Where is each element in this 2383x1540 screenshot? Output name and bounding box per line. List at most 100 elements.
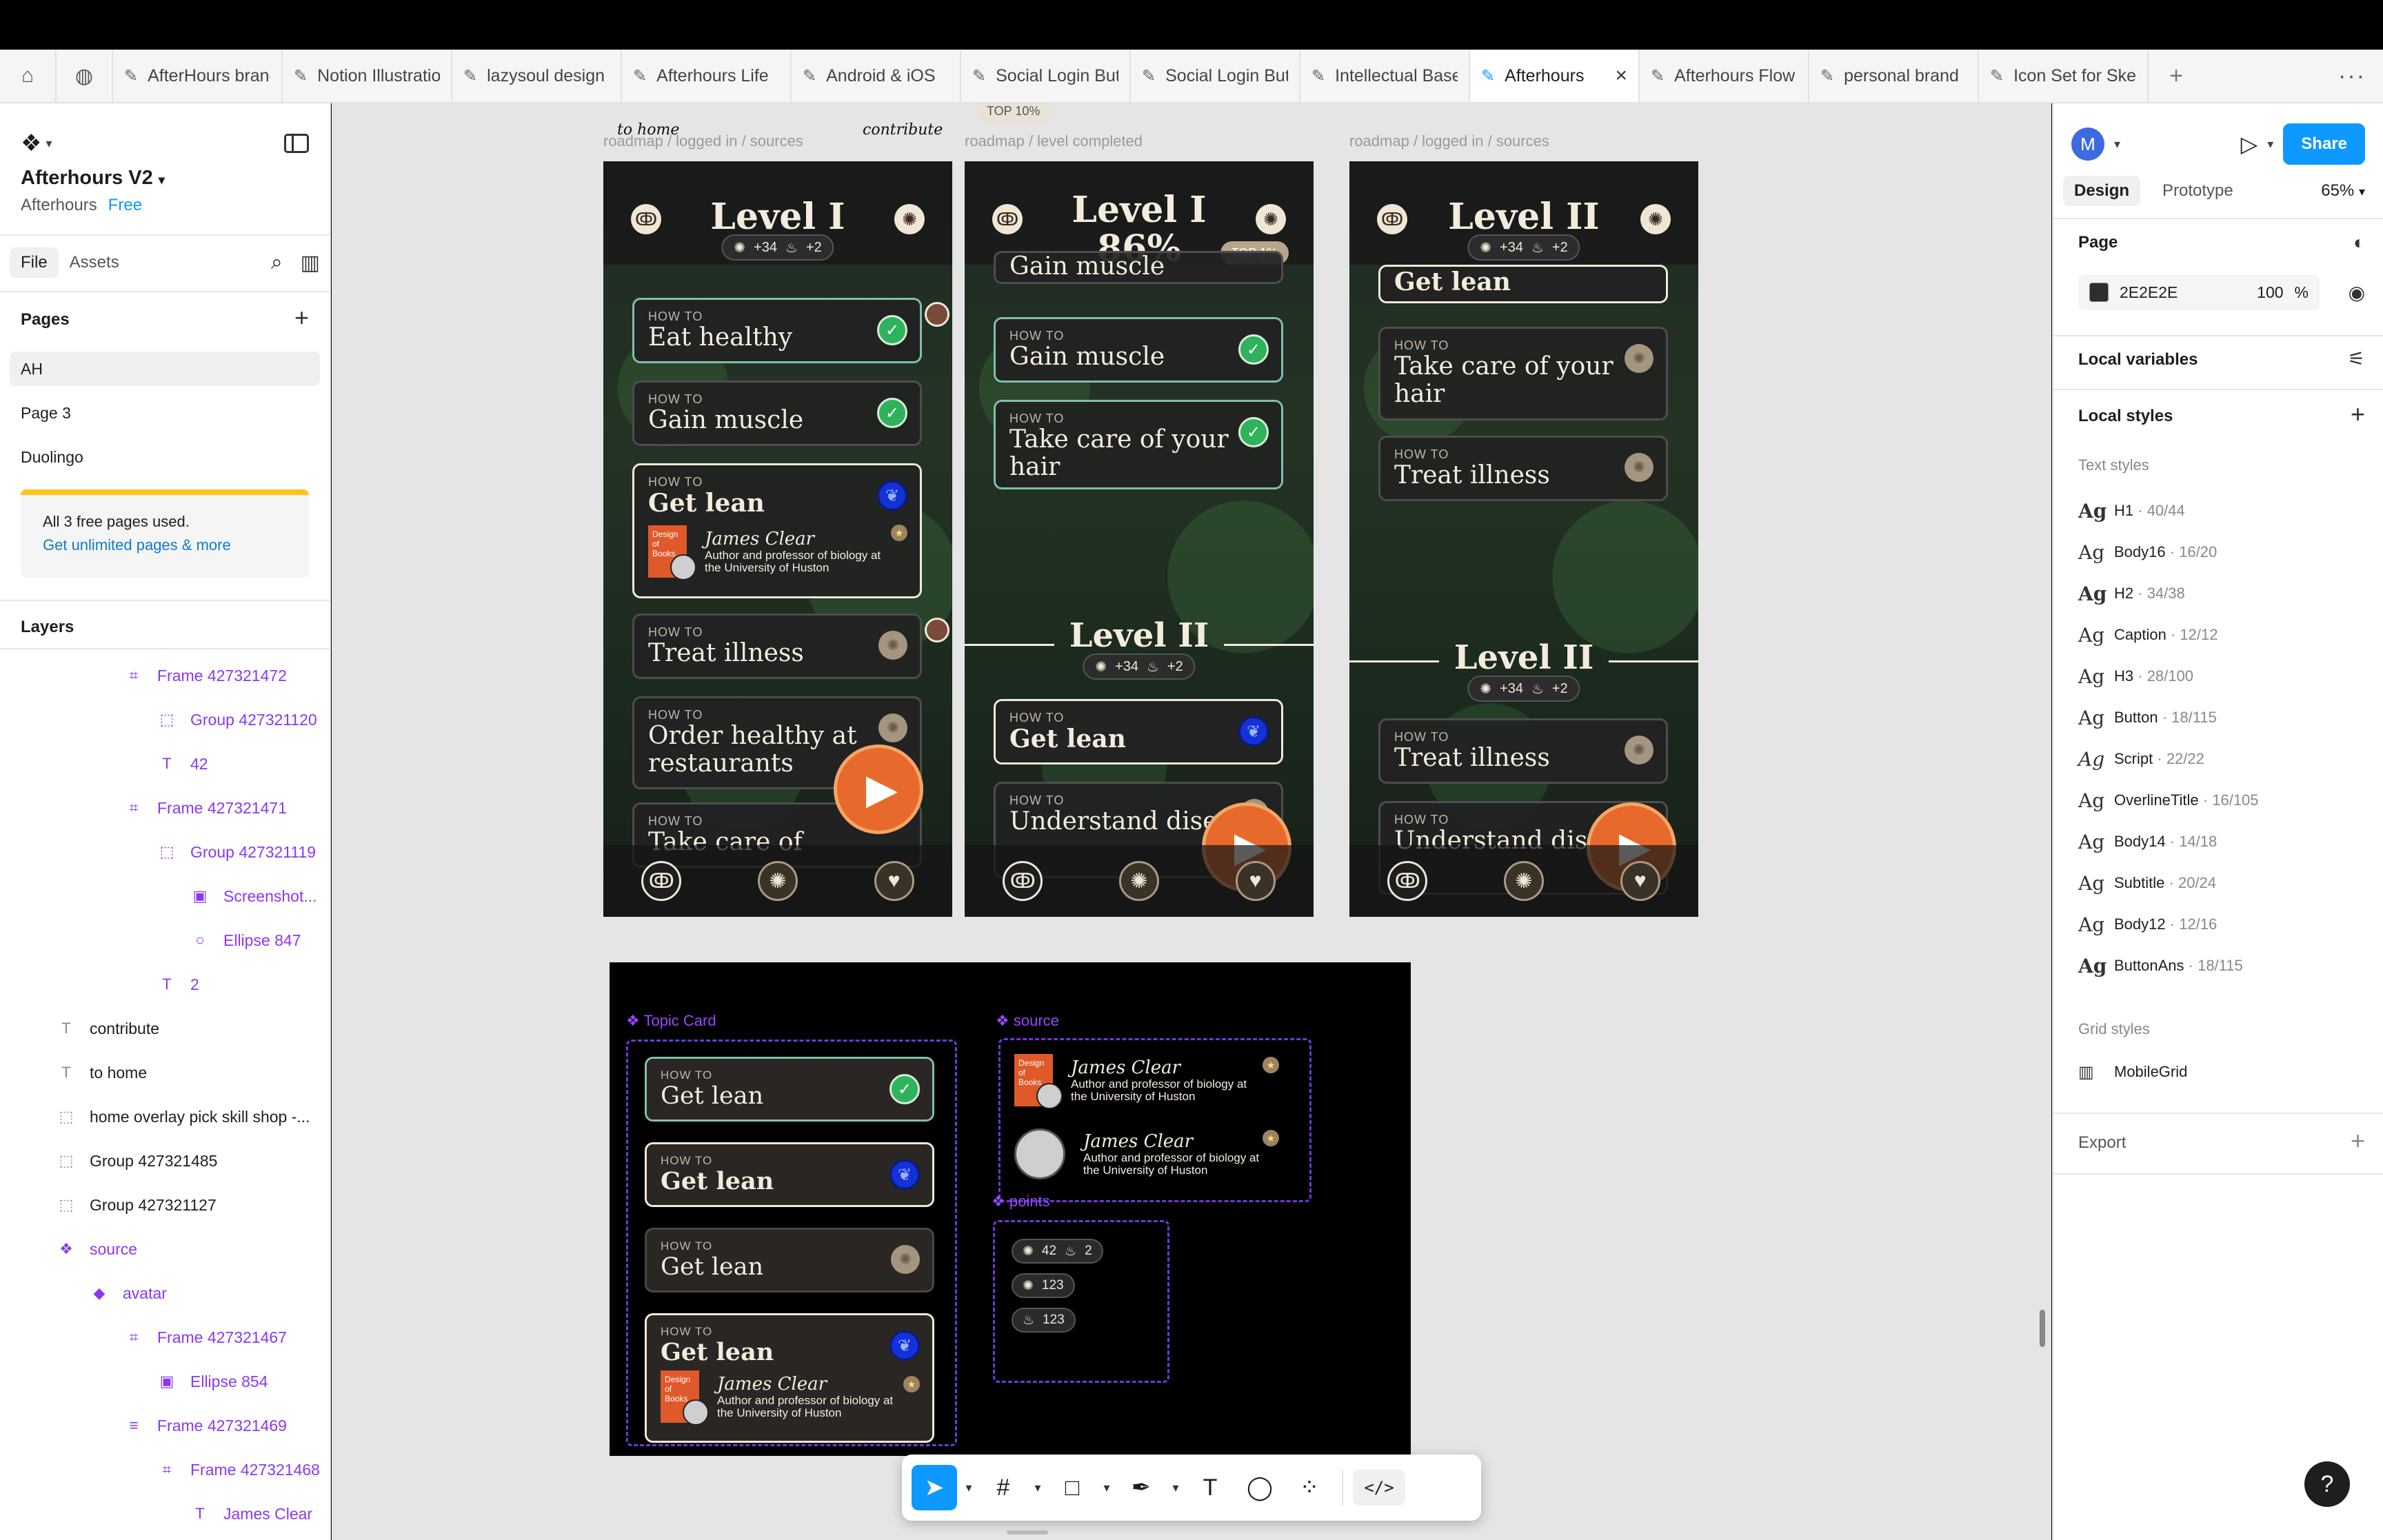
frame-label[interactable]: roadmap / logged in / sources [1349, 132, 1549, 150]
chevron-down-icon[interactable]: ▾ [1030, 1481, 1045, 1495]
variables-settings-icon[interactable]: ⚟ [2348, 347, 2365, 370]
topic-card[interactable]: HOW TO Treat illness ✺ [1378, 718, 1668, 784]
page-color-field[interactable]: 2E2E2E 100 % [2078, 274, 2320, 310]
layer-row[interactable]: ⌗ Frame 427321468 [0, 1448, 330, 1492]
text-style-row[interactable]: Ag Caption · 12/12 [2078, 618, 2365, 652]
contribute-label[interactable]: contribute [863, 121, 943, 139]
canvas-scrollbar[interactable] [2040, 1310, 2045, 1347]
text-style-row[interactable]: Ag Body14 · 14/18 [2078, 824, 2365, 859]
page-settings-icon[interactable]: ◐ [2353, 232, 2365, 254]
text-style-row[interactable]: Ag Script · 22/22 [2078, 742, 2365, 776]
visibility-eye-icon[interactable]: ◉ [2349, 281, 2365, 304]
layer-row[interactable]: Tto home [0, 1051, 330, 1095]
layer-row[interactable]: ⬚ Group 427321127 [0, 1183, 330, 1227]
design-canvas[interactable]: to home contribute roadmap / logged in /… [332, 103, 2051, 1540]
nav-home-icon[interactable]: ↂ [1003, 861, 1043, 901]
file-tab[interactable]: ✎ personal brand [1809, 50, 1979, 102]
text-style-row[interactable]: Ag Subtitle · 20/24 [2078, 866, 2365, 900]
phone-frame-level-1[interactable]: ↂ ✺ Level I ✺ +34 ♨ +2 HOW TO Eat healthy ✓ H… [603, 161, 952, 917]
pen-tool-icon[interactable]: ✒ [1118, 1465, 1164, 1510]
grid-style-row[interactable]: ▥ MobileGrid [2078, 1055, 2365, 1089]
tab-design[interactable]: Design [2063, 176, 2141, 206]
upsell-link[interactable]: Get unlimited pages & more [43, 536, 287, 554]
layer-row[interactable]: ▣ Ellipse 854 [0, 1359, 330, 1404]
file-tab[interactable]: ✎ Android & iOS [792, 50, 961, 102]
file-tab[interactable]: ✎ lazysoul design [452, 50, 622, 102]
plan-badge[interactable]: Free [108, 196, 142, 214]
nav-home-icon[interactable]: ↂ [641, 861, 682, 901]
layer-row[interactable]: ⌗ Frame 427321467 [0, 1315, 330, 1359]
topic-card-current[interactable]: HOW TO Get lean ❦ Design of Books James … [632, 463, 922, 598]
points-chip[interactable]: ✺ 123 [1012, 1273, 1075, 1298]
topic-card[interactable]: HOW TO Treat illness ✺ [1378, 436, 1668, 501]
rectangle-tool-icon[interactable]: □ [1049, 1465, 1095, 1510]
help-button[interactable]: ? [2304, 1461, 2350, 1507]
nav-skills-icon[interactable]: ✺ [757, 861, 798, 901]
chevron-down-icon[interactable]: ▾ [46, 136, 52, 151]
toolbar-grab-handle[interactable] [1007, 1530, 1048, 1534]
text-style-row[interactable]: Ag Body16 · 16/20 [2078, 535, 2365, 569]
close-tab-icon[interactable]: × [1615, 64, 1627, 88]
page-color-hex[interactable]: 2E2E2E [2120, 283, 2178, 302]
topic-card-current[interactable]: HOW TO Get lean ❦ [994, 699, 1283, 764]
figma-logo-icon[interactable]: ❖ [21, 130, 41, 157]
topic-card-locked[interactable]: HOW TO Get lean ✺ [645, 1228, 934, 1293]
library-icon[interactable]: ▥ [301, 251, 320, 275]
topic-card-current[interactable]: HOW TO Get lean ❦ [645, 1142, 934, 1207]
source-row[interactable]: Design of Books James Clear Author and p… [648, 525, 906, 580]
topic-card-done[interactable]: HOW TO Get lean ✓ [645, 1057, 934, 1122]
page-opacity[interactable]: 100 [2257, 283, 2283, 302]
chevron-down-icon[interactable]: ▾ [1168, 1481, 1183, 1495]
topic-card[interactable]: HOW TO Eat healthy ✓ [632, 298, 922, 363]
layer-row[interactable]: ❖ source [0, 1227, 330, 1271]
text-tool-icon[interactable]: T [1187, 1465, 1233, 1510]
actions-tool-icon[interactable]: ⁘ [1287, 1465, 1332, 1510]
color-swatch[interactable] [2089, 283, 2109, 302]
more-tabs-icon[interactable]: ··· [2321, 50, 2383, 102]
text-style-row[interactable]: Ag H2 · 34/38 [2078, 576, 2365, 611]
tab-assets[interactable]: Assets [59, 247, 130, 278]
contributor-avatar[interactable] [925, 302, 949, 327]
page-item-ah[interactable]: AH [10, 352, 320, 386]
text-style-row[interactable]: Ag Button · 18/115 [2078, 700, 2365, 735]
file-tab[interactable]: ✎ Social Login Button [961, 50, 1131, 102]
topic-card-current[interactable]: Get lean [1378, 265, 1668, 303]
file-tab[interactable]: ✎ Notion Illustration [283, 50, 452, 102]
file-tab[interactable]: ✎ Afterhours Flow [1640, 50, 1809, 102]
topic-card[interactable]: HOW TO Gain muscle ✓ [994, 317, 1283, 383]
dev-mode-icon[interactable]: </> [1353, 1470, 1405, 1506]
source-row[interactable]: Design of Books James Clear Author and p… [1014, 1054, 1247, 1109]
file-tab-active[interactable]: ✎ Afterhours × [1470, 50, 1640, 102]
source-row[interactable]: James Clear Author and professor of biol… [1014, 1128, 1259, 1179]
contributor-avatar[interactable] [925, 618, 949, 642]
topic-card[interactable]: Gain muscle [994, 251, 1283, 284]
frame-label[interactable]: roadmap / level completed [965, 132, 1143, 150]
add-page-plus-icon[interactable]: + [294, 303, 309, 332]
frame-label[interactable]: roadmap / logged in / sources [603, 132, 803, 150]
components-frame[interactable]: ❖ Topic Card HOW TO Get lean ✓ HOW TO Get l… [610, 962, 1411, 1456]
search-icon[interactable]: ⌕ [271, 251, 283, 275]
nav-heart-icon[interactable]: ♥ [874, 861, 914, 901]
phone-frame-level-2[interactable]: ↂ ✺ Level II ✺ +34 ♨ +2 Get lean HOW TO Take… [1349, 161, 1698, 917]
nav-heart-icon[interactable]: ♥ [1235, 861, 1276, 901]
points-chip[interactable]: ♨ 123 [1012, 1308, 1076, 1333]
topic-card[interactable]: HOW TO Take care of your hair ✺ [1378, 327, 1668, 421]
topic-card[interactable]: HOW TO Gain muscle ✓ [632, 381, 922, 446]
play-button[interactable]: ▶ [834, 744, 923, 834]
nav-skills-icon[interactable]: ✺ [1503, 861, 1544, 901]
share-button[interactable]: Share [2283, 123, 2365, 165]
present-play-icon[interactable]: ▷ [2241, 131, 2258, 157]
local-variables-heading[interactable]: Local variables [2078, 350, 2198, 369]
layer-row[interactable]: ⬚ Group 427321119 [0, 830, 330, 874]
layer-row[interactable]: ⬚ home overlay pick skill shop -... [0, 1095, 330, 1139]
file-tab[interactable]: ✎ Icon Set for Sketch [1979, 50, 2149, 102]
phone-frame-level-completed[interactable]: ↂ ✺ Level I 86% TOP 1% Gain muscle HOW T… [965, 161, 1314, 917]
layer-row[interactable]: T James Clear [0, 1492, 330, 1536]
home-tab-icon[interactable]: ⌂ [0, 50, 57, 102]
topic-card[interactable]: HOW TO Treat illness ✺ [632, 614, 922, 679]
layer-row[interactable]: ▣ Screenshot... [0, 874, 330, 918]
add-style-plus-icon[interactable]: + [2351, 400, 2365, 429]
layer-row[interactable]: ○ Ellipse 847 [0, 918, 330, 962]
tab-file[interactable]: File [10, 247, 59, 278]
layer-row[interactable]: ⌗ Frame 427321472 [0, 654, 330, 698]
